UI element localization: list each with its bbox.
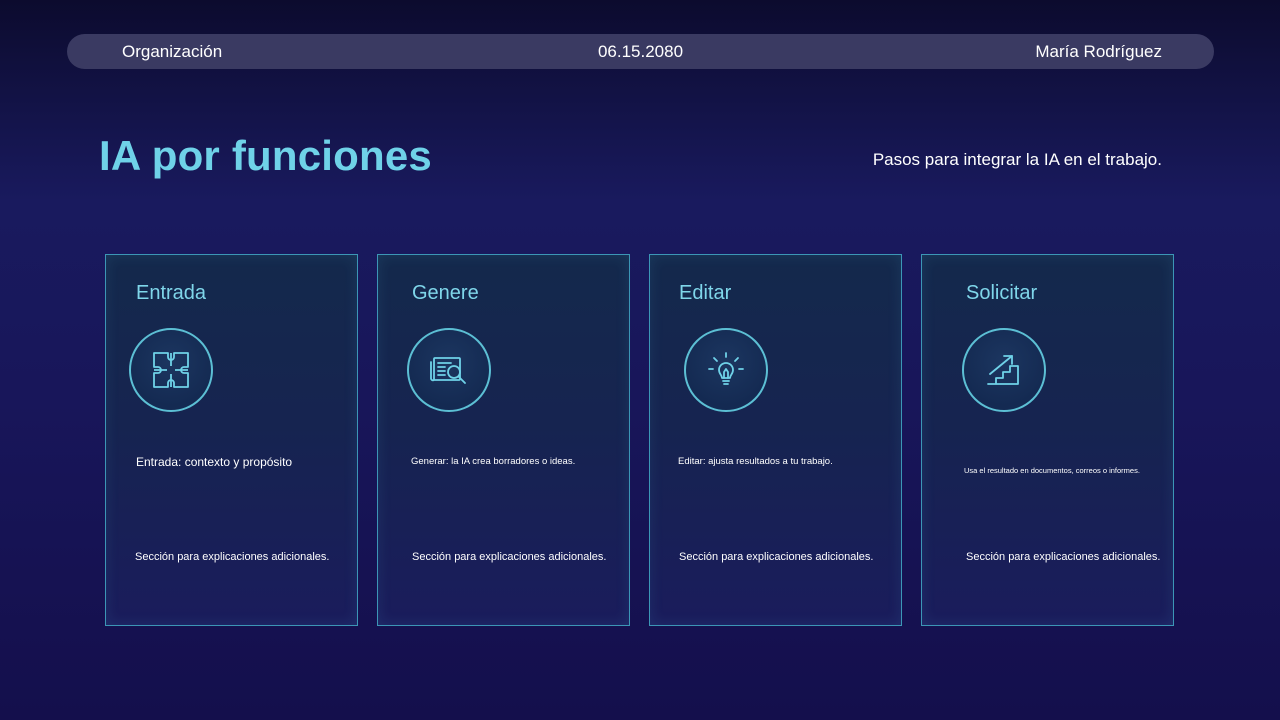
card-entrada: Entrada Entrada: contexto y propósito Se… — [105, 254, 358, 626]
card-extra-text: Sección para explicaciones adicionales. — [966, 551, 1161, 563]
card-extra-text: Sección para explicaciones adicionales. — [412, 551, 607, 563]
card-extra-text: Sección para explicaciones adicionales. — [679, 551, 874, 563]
author-label: María Rodríguez — [1035, 42, 1162, 61]
card-extra-text: Sección para explicaciones adicionales. — [135, 551, 330, 563]
card-description: Generar: la IA crea borradores o ideas. — [411, 456, 576, 467]
card-editar: Editar Editar: ajusta resultados a tu tr… — [649, 254, 902, 626]
document-search-icon — [407, 328, 491, 412]
page-title: IA por funciones — [99, 132, 432, 179]
card-description: Usa el resultado en documentos, correos … — [964, 466, 1140, 475]
stairs-arrow-icon — [962, 328, 1046, 412]
card-title: Entrada — [136, 282, 207, 304]
card-description: Entrada: contexto y propósito — [136, 455, 293, 469]
puzzle-icon — [129, 328, 213, 412]
organization-label: Organización — [122, 42, 223, 61]
card-solicitar: Solicitar Usa el resultado en documentos… — [921, 254, 1174, 626]
card-description: Editar: ajusta resultados a tu trabajo. — [678, 456, 833, 467]
card-title: Editar — [679, 282, 732, 304]
card-title: Solicitar — [966, 282, 1038, 304]
top-bar: 06.15.2080 Organización María Rodríguez — [67, 34, 1214, 69]
page-subtitle: Pasos para integrar la IA en el trabajo. — [872, 150, 1162, 169]
card-title: Genere — [412, 282, 479, 304]
lightbulb-icon — [684, 328, 768, 412]
card-genere: Genere Generar: la IA crea borradores o … — [377, 254, 630, 626]
